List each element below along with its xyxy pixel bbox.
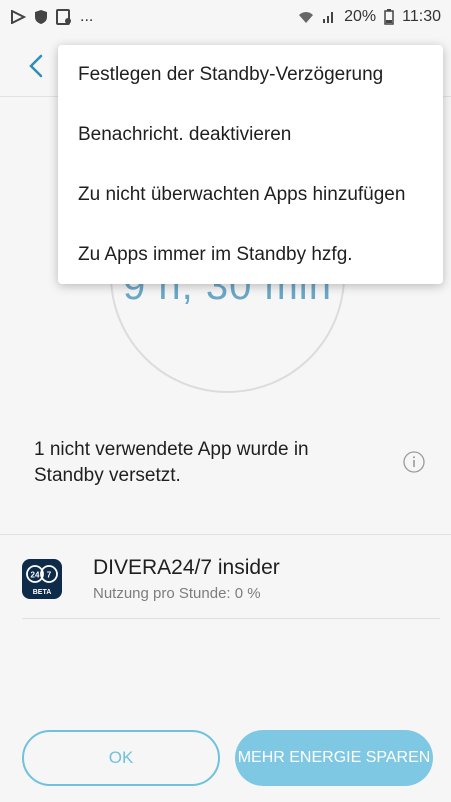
battery-percent: 20% — [344, 8, 377, 25]
app-usage: Nutzung pro Stunde: 0 % — [93, 585, 261, 602]
divera-app-icon: 24 7 BETA — [22, 559, 62, 599]
status-more-indicator: ... — [80, 8, 94, 25]
menu-item-add-unmonitored[interactable]: Zu nicht überwachten Apps hinzufügen — [58, 165, 443, 224]
app-list-item[interactable]: 24 7 BETA DIVERA24/7 insider Nutzung pro… — [0, 540, 451, 618]
status-bar: ... 20% 11:30 — [0, 0, 451, 34]
app-icon-label: BETA — [33, 589, 52, 596]
overflow-menu: Festlegen der Standby-Verzögerung Benach… — [58, 45, 443, 284]
app-icon-badge-left: 24 — [31, 571, 40, 580]
info-icon[interactable] — [403, 451, 425, 473]
signal-icon — [322, 10, 336, 24]
app-name: DIVERA24/7 insider — [93, 556, 280, 579]
chevron-left-icon[interactable] — [24, 50, 48, 82]
shield-icon — [34, 9, 48, 25]
list-divider — [22, 618, 440, 619]
save-more-energy-button[interactable]: MEHR ENERGIE SPAREN — [235, 730, 433, 786]
battery-icon — [384, 9, 394, 25]
status-time: 11:30 — [402, 8, 441, 25]
status-bar-right: 20% 11:30 — [298, 8, 441, 26]
screenshot-icon — [56, 9, 72, 25]
app-icon-badge-right: 7 — [47, 571, 52, 580]
play-notification-icon — [10, 10, 26, 24]
menu-item-standby-delay[interactable]: Festlegen der Standby-Verzögerung — [58, 45, 443, 104]
menu-item-disable-notifications[interactable]: Benachricht. deaktivieren — [58, 105, 443, 164]
section-divider — [0, 534, 451, 535]
status-bar-left: ... — [10, 8, 93, 26]
standby-info-text: 1 nicht verwendete App wurde in Standby … — [34, 439, 309, 486]
wifi-icon — [298, 10, 314, 24]
menu-item-add-always-standby[interactable]: Zu Apps immer im Standby hzfg. — [58, 225, 443, 284]
ok-button[interactable]: OK — [22, 730, 220, 786]
